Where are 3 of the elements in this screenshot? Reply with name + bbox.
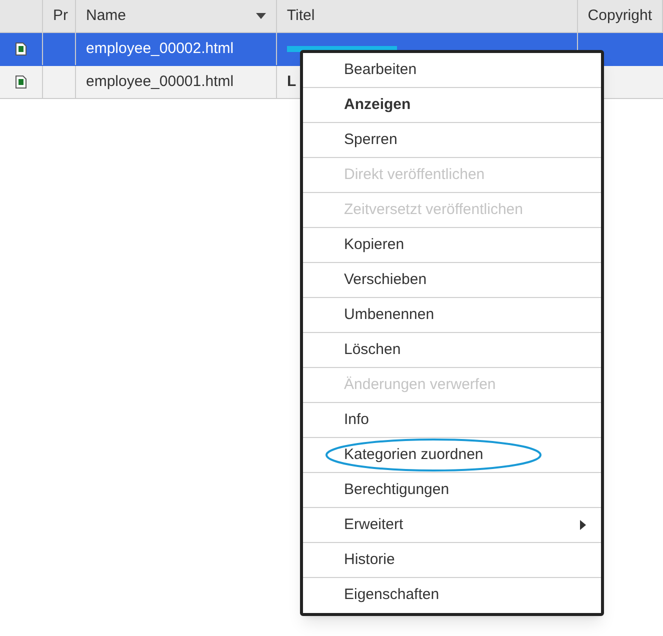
table-cell-text: employee_00001.html — [86, 72, 234, 92]
table-cell-text: employee_00002.html — [86, 38, 234, 59]
table-cell-text: L — [287, 72, 296, 92]
